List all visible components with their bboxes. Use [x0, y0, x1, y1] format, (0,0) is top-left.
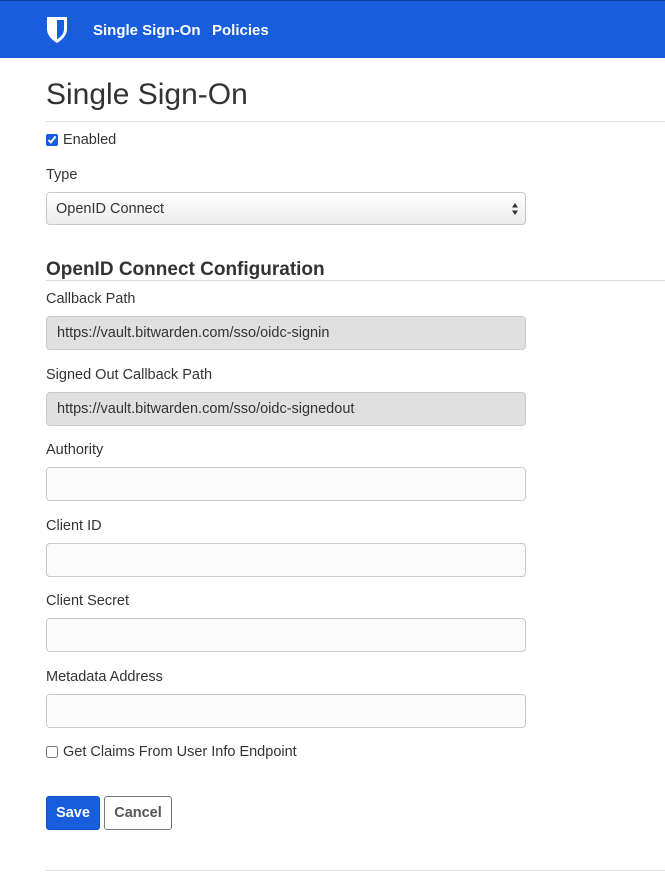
enabled-checkbox[interactable]	[46, 134, 58, 146]
enabled-label: Enabled	[63, 132, 117, 148]
type-select[interactable]: OpenID Connect	[46, 192, 526, 225]
type-select-value: OpenID Connect	[56, 200, 165, 217]
footer-divider	[46, 870, 665, 871]
authority-input[interactable]	[46, 467, 526, 501]
client-id-label: Client ID	[46, 518, 102, 534]
bitwarden-shield-icon[interactable]	[46, 16, 68, 44]
client-id-input[interactable]	[46, 543, 526, 577]
client-secret-input[interactable]	[46, 618, 526, 652]
save-button[interactable]: Save	[46, 796, 100, 830]
page-title: Single Sign-On	[46, 78, 248, 111]
metadata-address-input[interactable]	[46, 694, 526, 728]
callback-path-label: Callback Path	[46, 291, 136, 307]
get-claims-label: Get Claims From User Info Endpoint	[63, 744, 297, 760]
signed-out-callback-path-input[interactable]	[46, 392, 526, 426]
metadata-address-label: Metadata Address	[46, 669, 163, 685]
get-claims-checkbox-row[interactable]: Get Claims From User Info Endpoint	[46, 744, 297, 760]
signed-out-callback-path-label: Signed Out Callback Path	[46, 367, 213, 383]
type-label: Type	[46, 167, 78, 183]
client-secret-label: Client Secret	[46, 593, 130, 609]
authority-label: Authority	[46, 442, 104, 458]
select-updown-arrows-icon	[512, 203, 518, 215]
get-claims-checkbox[interactable]	[46, 746, 58, 758]
callback-path-input[interactable]	[46, 316, 526, 350]
top-navbar: Single Sign-On Policies	[0, 0, 665, 58]
nav-link-policies[interactable]: Policies	[212, 22, 269, 39]
title-divider	[46, 121, 665, 122]
section-divider	[46, 280, 665, 281]
oidc-section-title: OpenID Connect Configuration	[46, 259, 325, 280]
nav-link-single-sign-on[interactable]: Single Sign-On	[93, 22, 201, 39]
enabled-checkbox-row[interactable]: Enabled	[46, 132, 116, 148]
cancel-button[interactable]: Cancel	[104, 796, 172, 830]
